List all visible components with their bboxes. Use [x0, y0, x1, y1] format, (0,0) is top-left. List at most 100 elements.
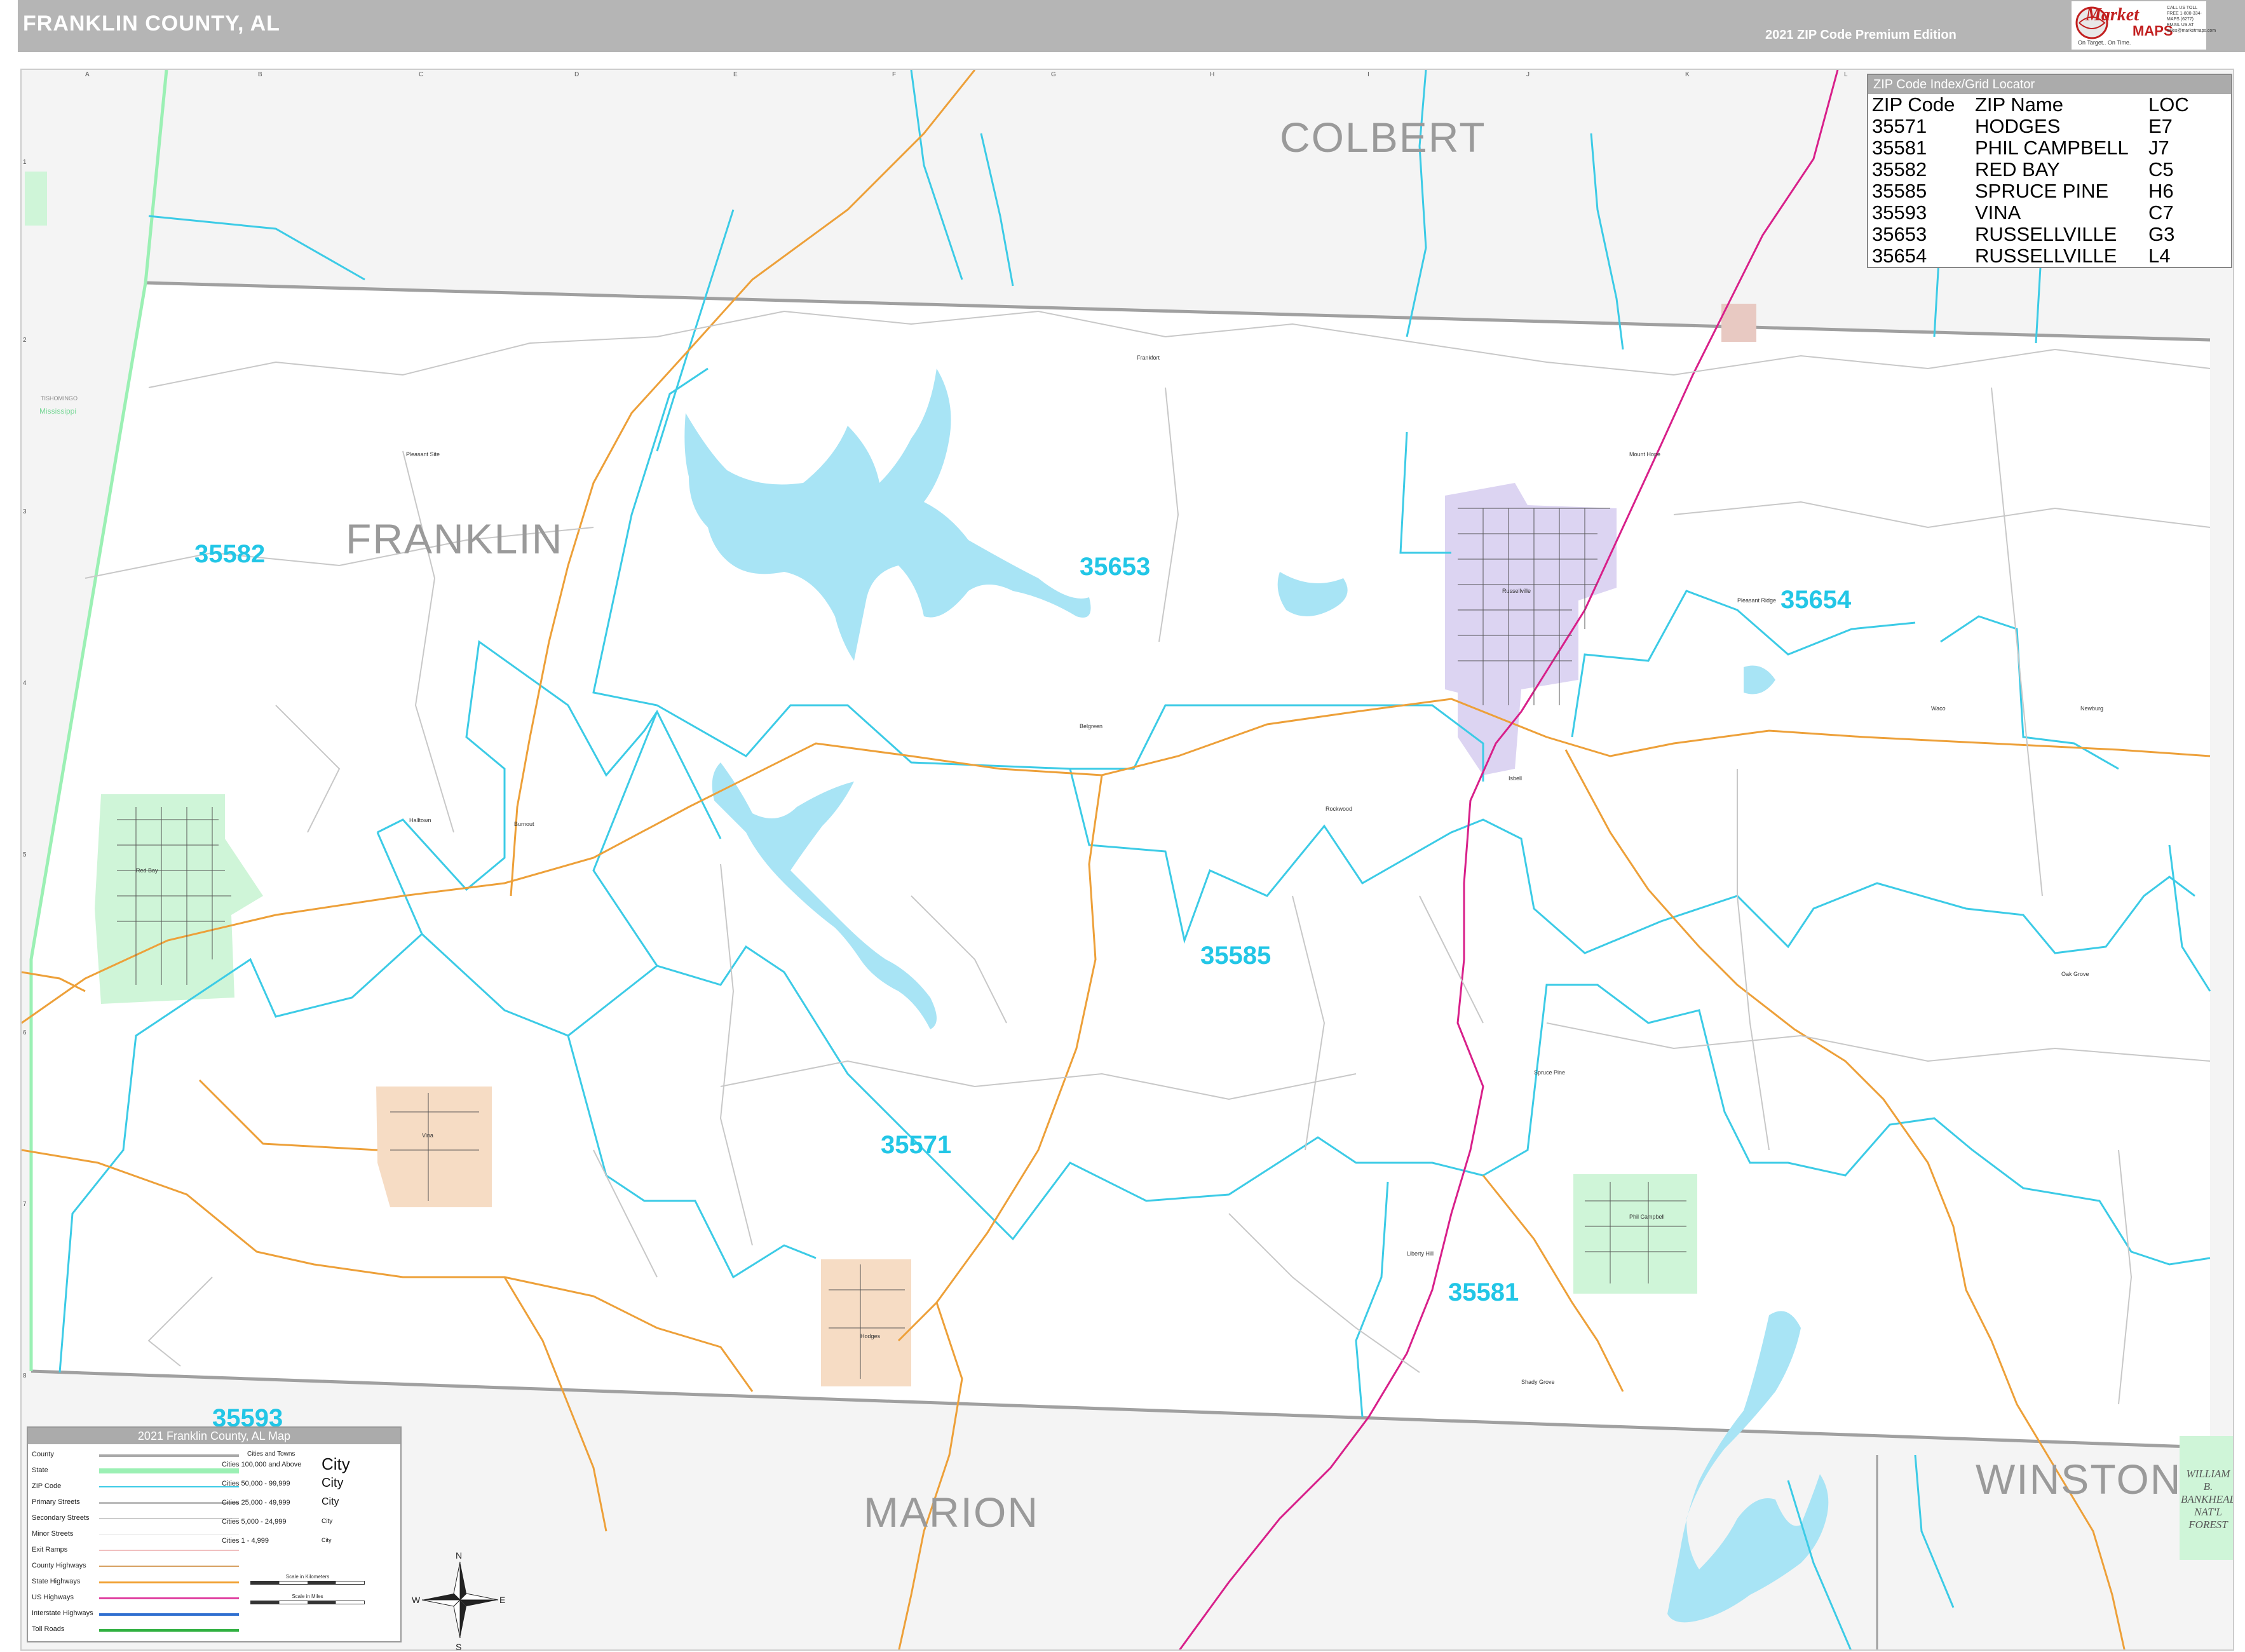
grid-col-label: B — [258, 71, 262, 78]
legend-item-label: Exit Ramps — [32, 1546, 68, 1554]
legend-swatch-primary — [99, 1502, 239, 1504]
legend-item-label: Primary Streets — [32, 1498, 80, 1506]
map-canvas[interactable]: A B C D E F G H I J K L 1 2 3 4 5 6 7 8 … — [20, 69, 2234, 1651]
legend-swatch-zip — [99, 1486, 239, 1487]
grid-col-label: C — [419, 71, 424, 78]
legend-cities-header: Cities and Towns — [247, 1451, 295, 1458]
legend-item-label: Secondary Streets — [32, 1514, 90, 1522]
forest-label-line: WILLIAM — [2186, 1468, 2230, 1480]
compass-south: S — [456, 1642, 462, 1652]
grid-col-label: K — [1685, 71, 1690, 78]
legend-item-label: County — [32, 1451, 54, 1458]
zip-index-row: 35585 SPRUCE PINE H6 — [1872, 180, 2189, 202]
scale-mi-bar — [250, 1601, 365, 1604]
grid-col-label: H — [1210, 71, 1215, 78]
zip-index-cell: HODGES — [1975, 115, 2061, 137]
zip-index-cell: VINA — [1975, 201, 2021, 224]
zip-index-cell: SPRUCE PINE — [1975, 180, 2109, 202]
grid-col-label: D — [574, 71, 580, 78]
zip-index-cell: E7 — [2148, 115, 2173, 137]
grid-row-label: 8 — [23, 1372, 27, 1379]
market-maps-logo: Market MAPS On Target.. On Time. CALL US… — [2072, 1, 2216, 50]
legend-city-demo: City — [322, 1476, 344, 1490]
place-label: Red Bay — [136, 867, 158, 874]
grid-col-label: L — [1844, 71, 1848, 78]
forest-label-line: FOREST — [2188, 1519, 2228, 1531]
zip-index-row: 35593 VINA C7 — [1872, 202, 2189, 224]
legend-city-label: Cities 50,000 - 99,999 — [222, 1480, 290, 1487]
place-label: Oak Grove — [2061, 971, 2089, 977]
scale-mi-label: Scale in Miles — [292, 1594, 323, 1599]
frankfort-area — [1721, 304, 1756, 342]
legend-swatch-county-hwy — [99, 1566, 239, 1567]
zip-index-cell: PHIL CAMPBELL — [1975, 137, 2129, 159]
zip-index-cell: C5 — [2148, 158, 2174, 180]
zip-label: 35585 — [1200, 942, 1272, 970]
legend-scale: Scale in Kilometers Scale in Miles — [244, 1574, 371, 1606]
grid-row-label: 2 — [23, 337, 27, 344]
place-label: Isbell — [1509, 775, 1523, 782]
compass-east: E — [499, 1595, 506, 1605]
place-label: Vina — [422, 1132, 433, 1139]
place-label: Burnout — [514, 821, 534, 827]
grid-row-label: 3 — [23, 508, 27, 515]
grid-col-label: E — [733, 71, 738, 78]
legend-swatch-state — [99, 1468, 239, 1473]
forest-label-line: B. — [2203, 1480, 2213, 1493]
map-legend: 2021 Franklin County, AL Map County Stat… — [27, 1426, 402, 1642]
zip-index-cell: RUSSELLVILLE — [1975, 223, 2117, 245]
zip-index-header: ZIP Name — [1975, 93, 2063, 116]
zip-code-index: ZIP Code Index/Grid Locator ZIP Code ZIP… — [1867, 74, 2232, 268]
logo-brand-top: Market — [2086, 5, 2139, 25]
legend-swatch-interstate — [99, 1613, 239, 1616]
grid-col-label: J — [1526, 71, 1529, 78]
legend-item-label: ZIP Code — [32, 1482, 62, 1490]
grid-row-label: 6 — [23, 1029, 27, 1036]
zip-label: 35654 — [1780, 586, 1852, 614]
vina-city-area — [376, 1087, 492, 1207]
franklin-county-area — [31, 283, 2210, 1447]
zip-index-cell: 35571 — [1872, 115, 1927, 137]
zip-index-header-row: ZIP Code ZIP Name LOC — [1872, 94, 2189, 116]
map-header: FRANKLIN COUNTY, AL 2021 ZIP Code Premiu… — [18, 0, 2245, 52]
zip-index-cell: 35585 — [1872, 180, 1927, 202]
map-title: FRANKLIN COUNTY, AL — [23, 11, 280, 36]
map-edition: 2021 ZIP Code Premium Edition — [1765, 28, 1957, 42]
legend-item-label: Toll Roads — [32, 1625, 65, 1633]
zip-index-cell: H6 — [2148, 180, 2174, 202]
place-label: Frankfort — [1137, 355, 1160, 361]
place-label: Rockwood — [1326, 806, 1353, 812]
legend-item-label: Interstate Highways — [32, 1609, 93, 1617]
place-label: Spruce Pine — [1534, 1069, 1566, 1076]
zip-index-table: ZIP Code ZIP Name LOC 35571 HODGES E7 35… — [1872, 94, 2189, 267]
zip-index-cell: 35653 — [1872, 223, 1927, 245]
zip-index-cell: C7 — [2148, 201, 2174, 224]
hodges-city-area — [821, 1259, 911, 1386]
place-label: Russellville — [1502, 588, 1531, 594]
zip-index-cell: J7 — [2148, 137, 2169, 159]
place-label: Hodges — [860, 1333, 881, 1339]
legend-city-demo: City — [322, 1518, 333, 1525]
place-label: Pleasant Site — [406, 451, 440, 457]
winston-county-label: WINSTON — [1976, 1456, 2182, 1503]
legend-city-demo: City — [322, 1496, 339, 1507]
legend-item-label: State Highways — [32, 1578, 81, 1585]
legend-item-label: State — [32, 1466, 48, 1474]
zip-index-title: ZIP Code Index/Grid Locator — [1868, 75, 2231, 94]
grid-col-label: F — [892, 71, 897, 78]
place-label: Pleasant Ridge — [1737, 597, 1777, 604]
grid-row-label: 4 — [23, 680, 27, 687]
compass-rose — [421, 1561, 499, 1639]
legend-swatch-us-hwy — [99, 1597, 239, 1599]
phil-campbell-city-area — [1573, 1174, 1697, 1294]
zip-index-cell: 35582 — [1872, 158, 1927, 180]
zip-index-cell: 35581 — [1872, 137, 1927, 159]
map-svg — [22, 70, 2211, 1649]
legend-swatch-ramps — [99, 1550, 239, 1551]
place-label: Belgreen — [1080, 723, 1103, 729]
logo-tagline: On Target.. On Time. — [2078, 39, 2131, 46]
zip-index-row: 35581 PHIL CAMPBELL J7 — [1872, 137, 2189, 159]
franklin-county-label: FRANKLIN — [346, 515, 564, 562]
zip-index-cell: RED BAY — [1975, 158, 2060, 180]
zip-label: 35581 — [1448, 1278, 1519, 1306]
